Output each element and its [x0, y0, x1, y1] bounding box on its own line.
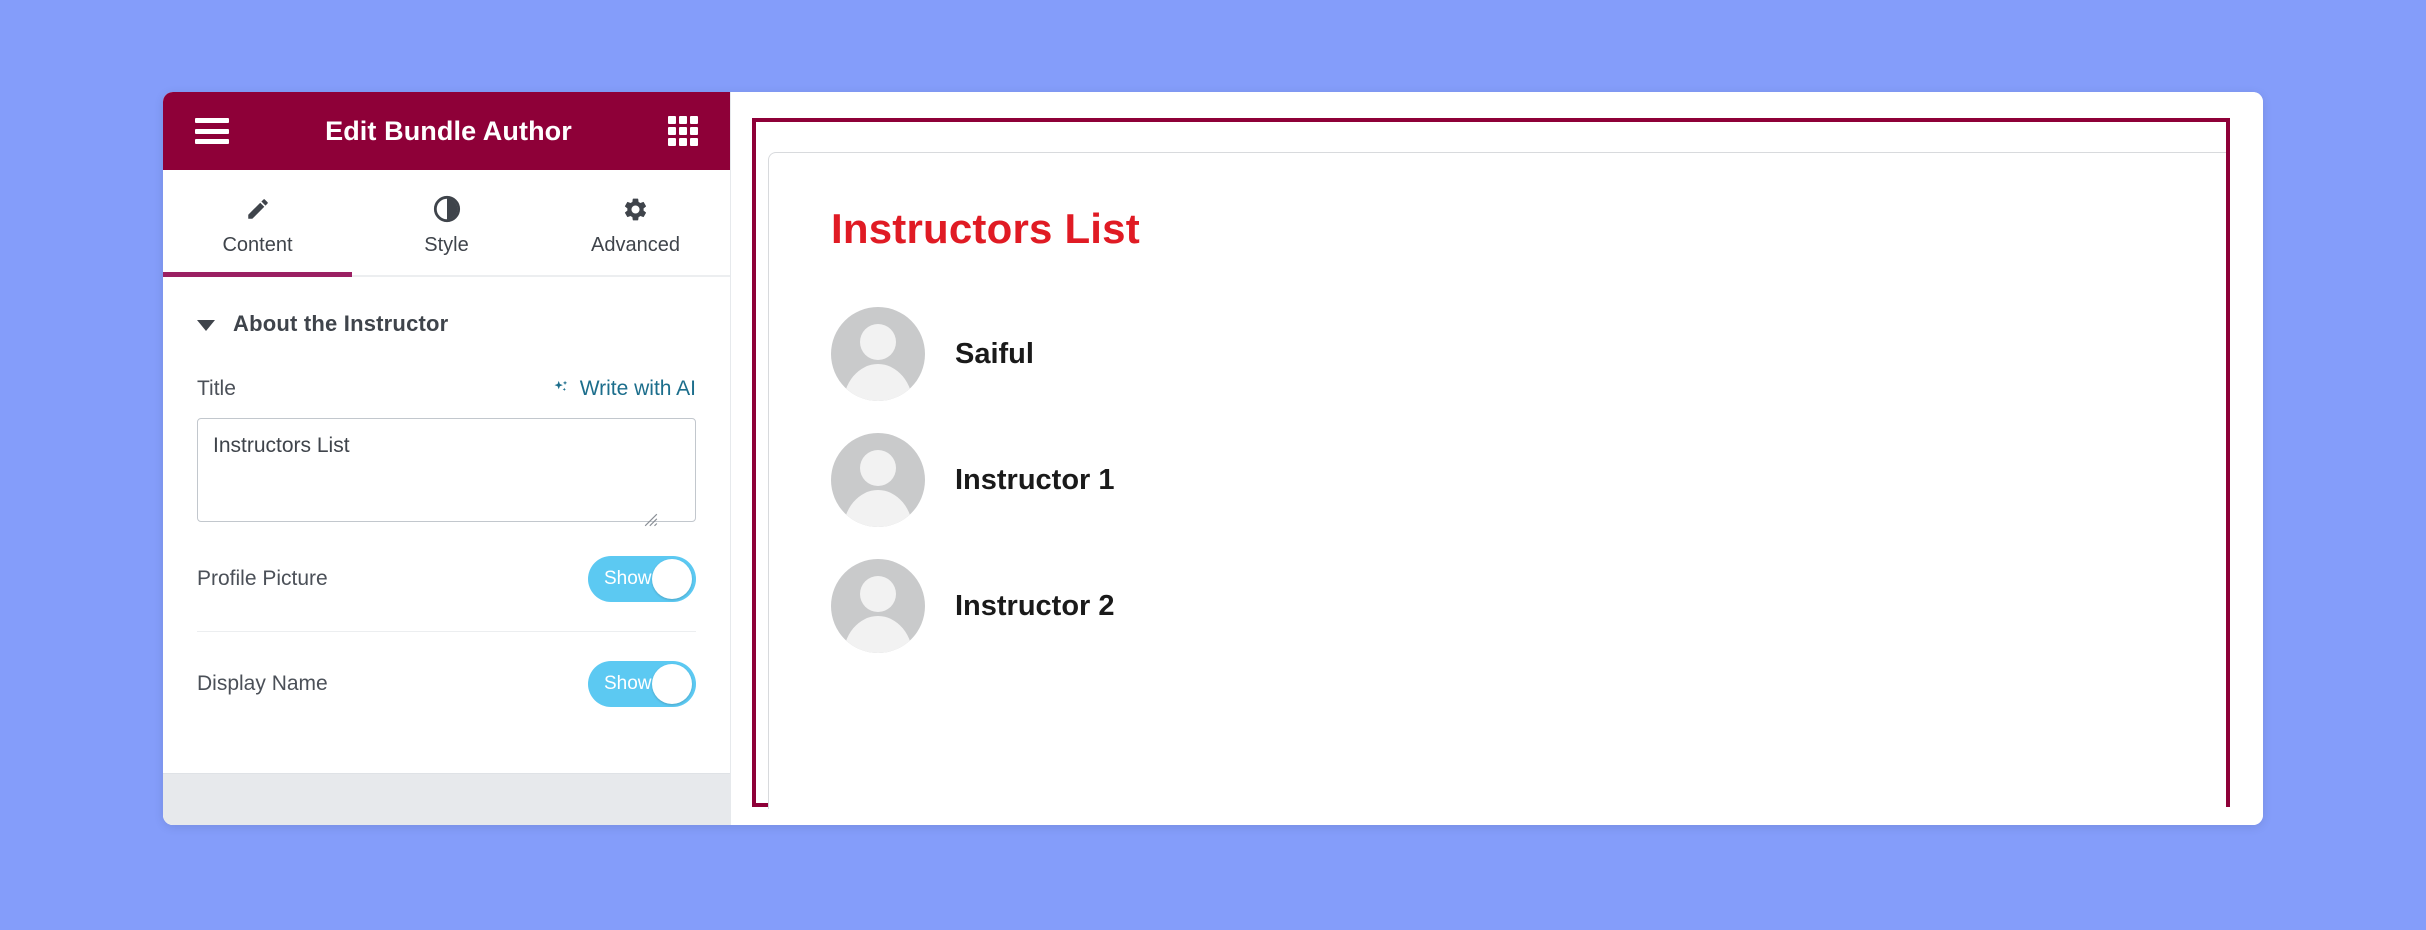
- instructors-list-widget: Instructors List Saiful Instructor 1 Ins…: [768, 152, 2226, 809]
- gear-icon: [622, 194, 649, 224]
- control-title: Title Write with AI: [163, 377, 730, 527]
- title-textarea-wrap: [197, 401, 696, 527]
- selected-widget-outline[interactable]: Instructors List Saiful Instructor 1 Ins…: [752, 118, 2230, 809]
- pencil-icon: [245, 194, 271, 224]
- instructor-name: Instructor 2: [955, 589, 1115, 622]
- grid-apps-icon[interactable]: [667, 116, 698, 146]
- panel-title: Edit Bundle Author: [325, 115, 572, 146]
- profile-picture-label: Profile Picture: [197, 567, 328, 590]
- list-item[interactable]: Instructor 1: [831, 433, 2226, 527]
- control-title-header: Title Write with AI: [197, 377, 696, 401]
- instructor-name: Instructor 1: [955, 463, 1115, 496]
- list-item[interactable]: Instructor 2: [831, 559, 2226, 653]
- panel-footer: [163, 773, 730, 825]
- hamburger-menu-icon[interactable]: [195, 118, 229, 144]
- control-divider: [197, 631, 696, 632]
- section-about-the-instructor[interactable]: About the Instructor: [163, 277, 730, 337]
- tab-advanced[interactable]: Advanced: [541, 170, 730, 275]
- control-display-name: Display Name Show: [163, 658, 730, 736]
- user-placeholder-avatar-icon: [831, 433, 925, 527]
- elementor-editor-window: Edit Bundle Author Content Style Advance…: [163, 92, 2263, 825]
- section-title: About the Instructor: [233, 311, 449, 336]
- toggle-knob: [652, 559, 692, 599]
- control-profile-picture: Profile Picture Show: [163, 553, 730, 631]
- profile-picture-toggle-label: Show: [604, 568, 652, 589]
- profile-picture-toggle[interactable]: Show: [588, 556, 696, 602]
- user-placeholder-avatar-icon: [831, 307, 925, 401]
- tab-content-label: Content: [222, 234, 293, 256]
- caret-down-icon: [197, 320, 215, 331]
- panel-header: Edit Bundle Author: [163, 92, 730, 170]
- display-name-toggle[interactable]: Show: [588, 661, 696, 707]
- tab-style[interactable]: Style: [352, 170, 541, 275]
- display-name-row: Display Name Show: [197, 658, 696, 710]
- panel-body: About the Instructor Title Write with AI: [163, 277, 730, 773]
- page-title: Instructors List: [831, 205, 1140, 252]
- toggle-knob: [652, 664, 692, 704]
- editor-sidebar-panel: Edit Bundle Author Content Style Advance…: [163, 92, 731, 825]
- instructor-name: Saiful: [955, 337, 1034, 370]
- tab-style-label: Style: [424, 234, 469, 256]
- title-label: Title: [197, 377, 236, 400]
- write-with-ai-button[interactable]: Write with AI: [550, 377, 696, 401]
- title-input[interactable]: [197, 418, 696, 522]
- profile-picture-row: Profile Picture Show: [197, 553, 696, 605]
- tab-advanced-label: Advanced: [591, 234, 680, 256]
- sparkles-icon: [554, 380, 567, 392]
- display-name-label: Display Name: [197, 672, 328, 695]
- contrast-icon: [433, 194, 461, 224]
- user-placeholder-avatar-icon: [831, 559, 925, 653]
- preview-area: Instructors List Saiful Instructor 1 Ins…: [731, 92, 2263, 825]
- tab-content[interactable]: Content: [163, 170, 352, 277]
- display-name-toggle-label: Show: [604, 673, 652, 694]
- list-item[interactable]: Saiful: [831, 307, 2226, 401]
- write-with-ai-label: Write with AI: [579, 377, 696, 400]
- panel-tabs: Content Style Advanced: [163, 170, 730, 277]
